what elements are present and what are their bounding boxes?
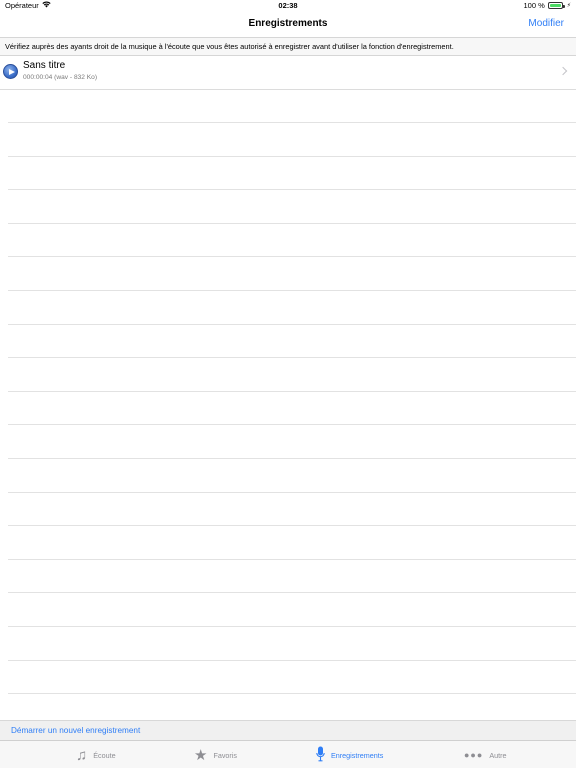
tab-ecoute[interactable]: ♫ Écoute (76, 741, 116, 768)
recording-notice: Vérifiez auprès des ayants droit de la m… (0, 37, 576, 56)
empty-list-row (8, 123, 576, 157)
empty-list-row (8, 526, 576, 560)
empty-list-row (8, 560, 576, 594)
edit-button[interactable]: Modifier (528, 18, 564, 29)
tab-enregistrements[interactable]: Enregistrements (316, 741, 383, 768)
tab-favoris[interactable]: ★ Favoris (194, 741, 237, 768)
music-note-icon: ♫ (76, 746, 88, 764)
recording-details: 000:00:04 (wav - 832 Ko) (23, 74, 98, 81)
empty-list-row (8, 291, 576, 325)
tab-label: Autre (489, 750, 507, 760)
recordings-list: Sans titre 000:00:04 (wav - 832 Ko) (0, 56, 576, 695)
status-time: 02:38 (278, 1, 298, 10)
empty-list-row (8, 358, 576, 392)
empty-list-row (8, 325, 576, 359)
empty-list-row (8, 224, 576, 258)
tab-bar: ♫ Écoute ★ Favoris Enregistrements ●●● A… (0, 740, 576, 768)
new-recording-button[interactable]: Démarrer un nouvel enregistrement (0, 720, 576, 740)
empty-list-row (8, 459, 576, 493)
tab-label: Écoute (93, 750, 116, 760)
chevron-right-icon (558, 66, 568, 76)
tab-label: Favoris (213, 750, 238, 760)
recording-title: Sans titre (23, 60, 66, 71)
status-bar: Opérateur 02:38 100 % ⚡ (0, 0, 576, 12)
recording-row[interactable]: Sans titre 000:00:04 (wav - 832 Ko) (0, 56, 576, 90)
status-battery-group: 100 % ⚡ (524, 1, 572, 10)
empty-list-row (8, 493, 576, 527)
play-icon[interactable] (3, 64, 18, 79)
empty-list-row (8, 257, 576, 292)
empty-list-row (8, 425, 576, 460)
empty-list-row (8, 661, 576, 695)
tab-autre[interactable]: ●●● Autre (464, 741, 507, 768)
star-icon: ★ (194, 746, 208, 764)
battery-percent: 100 % (523, 1, 545, 10)
app-screen: Opérateur 02:38 100 % ⚡ Enregistrements … (0, 0, 576, 768)
empty-list-row (8, 90, 576, 124)
charging-icon: ⚡ (566, 3, 571, 9)
battery-icon (547, 2, 565, 9)
empty-list-row (8, 593, 576, 627)
empty-list-row (8, 190, 576, 224)
more-dots-icon: ●●● (464, 749, 484, 760)
navigation-bar: Enregistrements Modifier (0, 12, 576, 37)
empty-list-row (8, 627, 576, 661)
battery-level (549, 4, 561, 7)
empty-list-row (8, 392, 576, 426)
empty-list-row (8, 157, 576, 191)
microphone-icon (316, 746, 325, 765)
page-title: Enregistrements (248, 18, 328, 29)
tab-label: Enregistrements (331, 750, 384, 760)
